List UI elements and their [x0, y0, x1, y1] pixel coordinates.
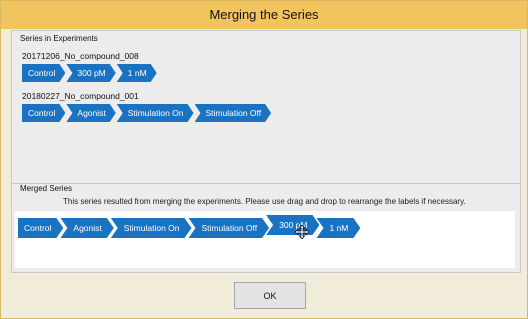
merged-label-chip[interactable]: Control — [18, 218, 63, 238]
experiment-name: 20180227_No_compound_001 — [22, 91, 139, 101]
merge-series-dialog: Merging the Series Series in Experiments… — [0, 0, 528, 319]
experiment-name: 20171206_No_compound_008 — [22, 51, 139, 61]
series-label-chip[interactable]: Agonist — [66, 104, 115, 122]
title-bar[interactable]: Merging the Series — [1, 1, 527, 29]
series-in-experiments-label: Series in Experiments — [20, 34, 98, 43]
move-cursor-icon — [295, 225, 309, 239]
merged-series-label: Merged Series — [20, 184, 73, 193]
series-label-chip[interactable]: Stimulation On — [117, 104, 194, 122]
dialog-title: Merging the Series — [209, 7, 319, 22]
merged-label-chip[interactable]: Stimulation On — [111, 218, 192, 238]
merged-series-hint: This series resulted from merging the ex… — [63, 197, 466, 206]
merged-label-chip[interactable]: 1 nM — [316, 218, 360, 238]
merged-label-chip-dragging[interactable]: 300 pM — [266, 215, 319, 235]
series-label-chip[interactable]: 1 nM — [117, 64, 157, 82]
series-label-chip[interactable]: 300 pM — [66, 64, 115, 82]
series-label-chip[interactable]: Control — [22, 104, 65, 122]
merged-label-chip[interactable]: Stimulation Off — [189, 218, 270, 238]
series-label-chip[interactable]: Stimulation Off — [195, 104, 272, 122]
experiment-label-row: Control Agonist Stimulation On Stimulati… — [22, 104, 272, 122]
ok-button[interactable]: OK — [234, 282, 306, 309]
experiment-label-row: Control 300 pM 1 nM — [22, 64, 158, 82]
merged-label-chip[interactable]: Agonist — [60, 218, 113, 238]
series-label-chip[interactable]: Control — [22, 64, 65, 82]
